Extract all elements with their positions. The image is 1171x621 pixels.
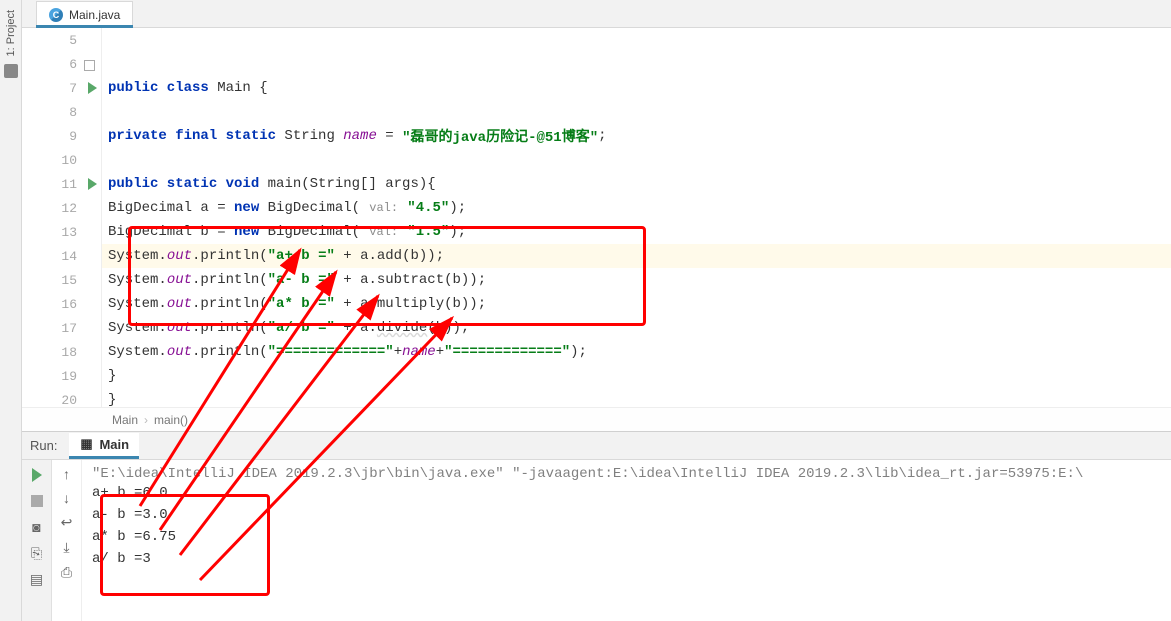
- print-icon: ⎙: [61, 564, 72, 580]
- run-line-marker-icon[interactable]: [88, 82, 97, 94]
- code-area[interactable]: public class Main { private final static…: [102, 28, 1171, 407]
- gutter-line: 8: [22, 100, 101, 124]
- workspace: C Main.java 5 6 7 8 9 10 11 12 13 14 15 …: [22, 0, 1171, 621]
- run-line-marker-icon[interactable]: [88, 178, 97, 190]
- gutter-line: 18: [22, 340, 101, 364]
- run-tool-body: ◙ ⎘ ▤ ↑ ↓ ↩ ⤓ ⎙ "E:\idea\IntelliJ IDEA 2…: [22, 460, 1171, 621]
- play-icon: [32, 468, 42, 482]
- down-arrow-icon: ↓: [63, 490, 70, 506]
- gutter-line: 16: [22, 292, 101, 316]
- code-line[interactable]: System.out.println("============="+name+…: [102, 340, 1171, 364]
- run-side-toolbar: ◙ ⎘ ▤: [22, 460, 52, 621]
- code-line[interactable]: [102, 28, 1171, 52]
- output-line: a/ b =3: [92, 548, 1161, 570]
- gutter-line[interactable]: 11: [22, 172, 101, 196]
- down-button[interactable]: ↓: [63, 490, 70, 506]
- left-tool-strip: 1: Project: [0, 0, 22, 621]
- code-line[interactable]: public class Main {: [102, 76, 1171, 100]
- tab-label: Main.java: [69, 8, 120, 22]
- code-line[interactable]: System.out.println("a- b =" + a.subtract…: [102, 268, 1171, 292]
- project-icon: [4, 64, 18, 78]
- gutter-line: 6: [22, 52, 101, 76]
- scroll-end-icon: ⤓: [63, 539, 69, 555]
- layout-settings-button[interactable]: ▤: [28, 570, 46, 588]
- run-output-toolbar: ↑ ↓ ↩ ⤓ ⎙: [52, 460, 82, 621]
- output-line: a+ b =6.0: [92, 482, 1161, 504]
- dump-threads-button[interactable]: ◙: [28, 518, 46, 536]
- gutter-line: 5: [22, 28, 101, 52]
- run-configuration-tab[interactable]: ▦ Main: [69, 433, 139, 459]
- code-editor[interactable]: 5 6 7 8 9 10 11 12 13 14 15 16 17 18 19 …: [22, 28, 1171, 407]
- gutter-line: 17: [22, 316, 101, 340]
- gutter-line: 12: [22, 196, 101, 220]
- soft-wrap-button[interactable]: ↩: [61, 514, 73, 531]
- gutter-line: 15: [22, 268, 101, 292]
- code-line[interactable]: System.out.println("a* b =" + a.multiply…: [102, 292, 1171, 316]
- exit-icon: ⎘: [31, 545, 42, 562]
- code-line[interactable]: private final static String name = "磊哥的j…: [102, 124, 1171, 148]
- run-tool-header: Run: ▦ Main: [22, 432, 1171, 460]
- gutter-line: 9: [22, 124, 101, 148]
- run-command-line: "E:\idea\IntelliJ IDEA 2019.2.3\jbr\bin\…: [92, 466, 1161, 482]
- up-button[interactable]: ↑: [63, 466, 70, 482]
- project-tool-window-button[interactable]: 1: Project: [5, 10, 17, 56]
- editor-tab-bar: C Main.java: [22, 0, 1171, 28]
- breadcrumb-method[interactable]: main(): [154, 413, 188, 427]
- camera-icon: ◙: [32, 519, 40, 535]
- code-line[interactable]: }: [102, 364, 1171, 388]
- gutter-line[interactable]: 7: [22, 76, 101, 100]
- stop-icon: [31, 495, 43, 507]
- breadcrumb[interactable]: Main › main(): [22, 407, 1171, 431]
- rerun-button[interactable]: [28, 466, 46, 484]
- editor-gutter[interactable]: 5 6 7 8 9 10 11 12 13 14 15 16 17 18 19 …: [22, 28, 102, 407]
- gutter-line: 14: [22, 244, 101, 268]
- scroll-to-end-button[interactable]: ⤓: [63, 539, 69, 556]
- output-line: a* b =6.75: [92, 526, 1161, 548]
- gutter-line: 10: [22, 148, 101, 172]
- gutter-line: 20: [22, 388, 101, 407]
- run-console-output[interactable]: "E:\idea\IntelliJ IDEA 2019.2.3\jbr\bin\…: [82, 460, 1171, 621]
- code-line[interactable]: BigDecimal a = new BigDecimal( val: "4.5…: [102, 196, 1171, 220]
- exit-button[interactable]: ⎘: [28, 544, 46, 562]
- gutter-line: 19: [22, 364, 101, 388]
- code-line[interactable]: }: [102, 388, 1171, 407]
- code-line[interactable]: [102, 52, 1171, 76]
- run-config-label: Main: [99, 437, 129, 452]
- layout-icon: ▤: [30, 571, 43, 588]
- code-line[interactable]: BigDecimal b = new BigDecimal( val: "1.5…: [102, 220, 1171, 244]
- run-tool-title: Run:: [30, 438, 57, 453]
- stop-button[interactable]: [28, 492, 46, 510]
- output-line: a- b =3.0: [92, 504, 1161, 526]
- application-icon: ▦: [79, 437, 93, 451]
- up-arrow-icon: ↑: [63, 466, 70, 482]
- breadcrumb-separator-icon: ›: [144, 413, 148, 427]
- java-class-icon: C: [49, 8, 63, 22]
- gutter-line: 13: [22, 220, 101, 244]
- editor-tab-main-java[interactable]: C Main.java: [36, 1, 133, 27]
- print-button[interactable]: ⎙: [61, 564, 72, 581]
- code-line[interactable]: [102, 148, 1171, 172]
- run-tool-window: Run: ▦ Main ◙ ⎘ ▤ ↑ ↓ ↩ ⤓ ⎙ "E:\ide: [22, 431, 1171, 621]
- breadcrumb-class[interactable]: Main: [112, 413, 138, 427]
- wrap-icon: ↩: [61, 514, 73, 530]
- code-line[interactable]: System.out.println("a/ b =" + a.divide(b…: [102, 316, 1171, 340]
- code-line[interactable]: public static void main(String[] args){: [102, 172, 1171, 196]
- code-line-current[interactable]: System.out.println("a+ b =" + a.add(b));: [102, 244, 1171, 268]
- code-line[interactable]: [102, 100, 1171, 124]
